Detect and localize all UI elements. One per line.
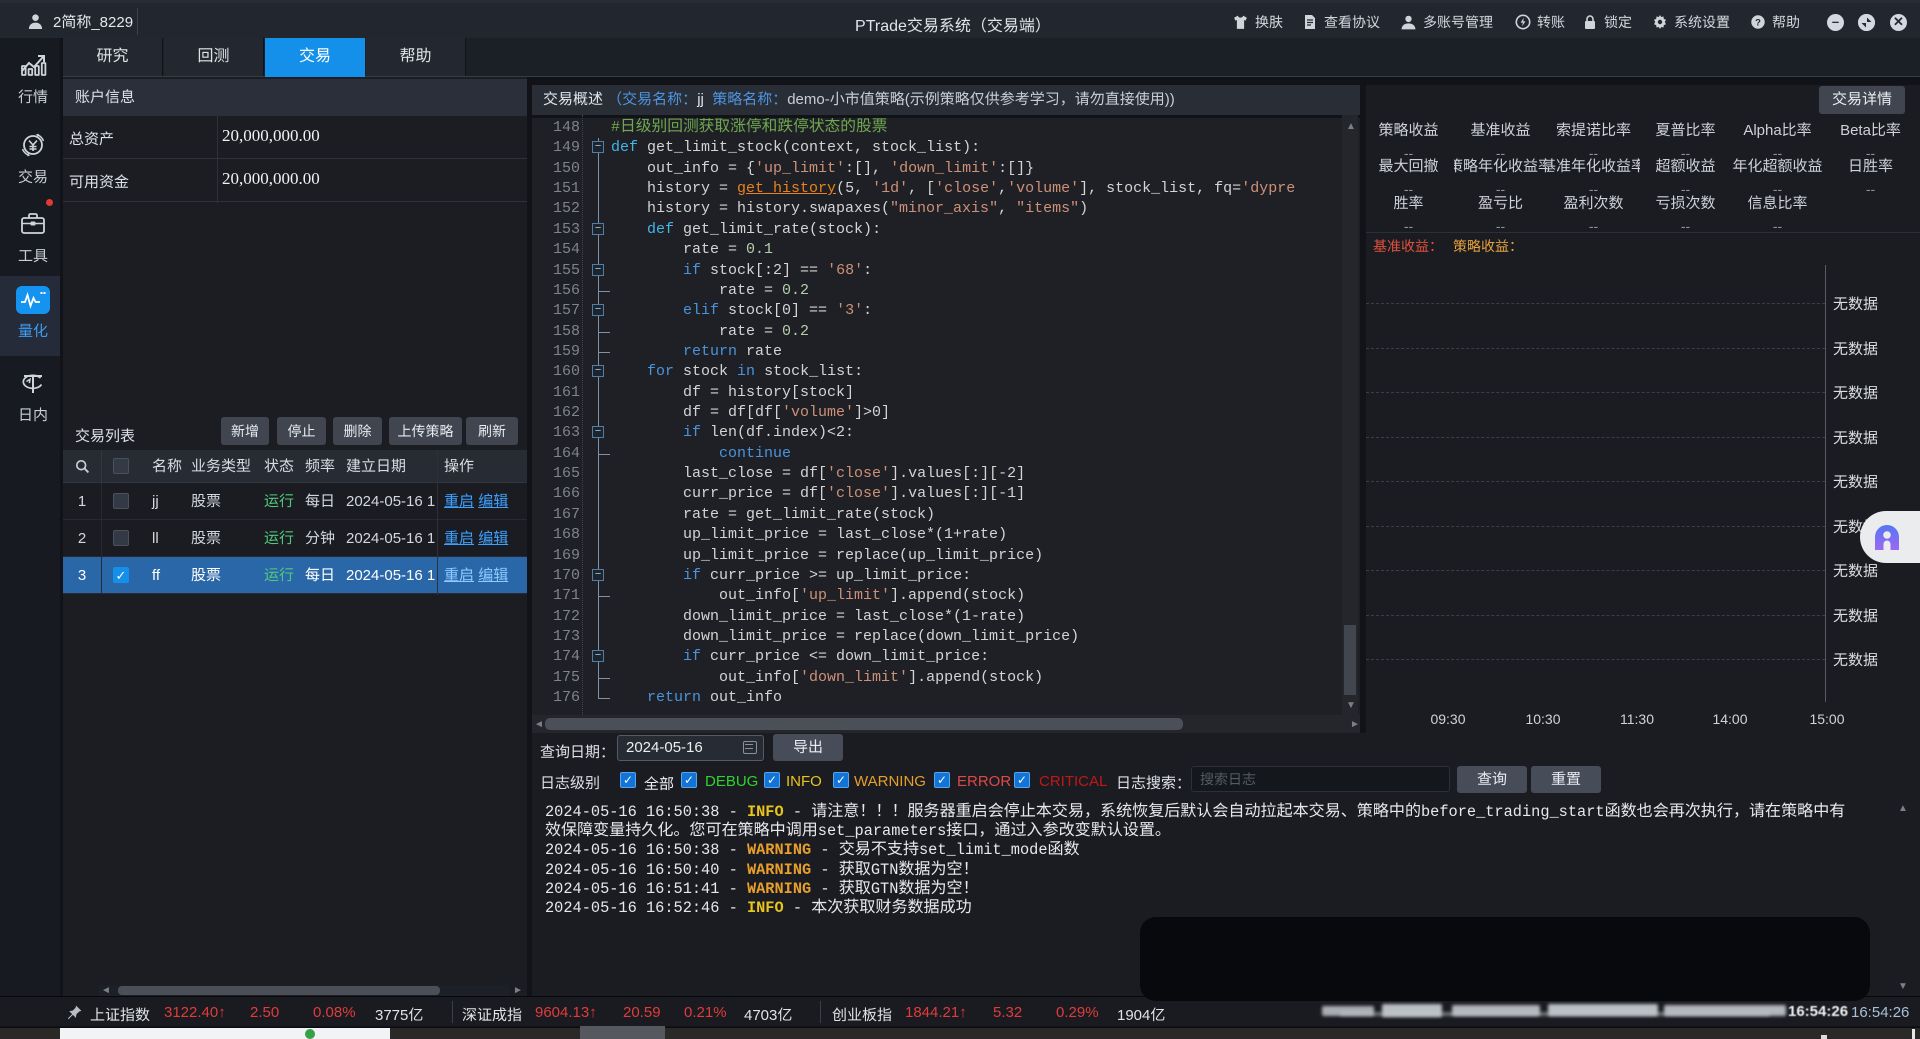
svg-text:?: ? xyxy=(1755,17,1761,28)
